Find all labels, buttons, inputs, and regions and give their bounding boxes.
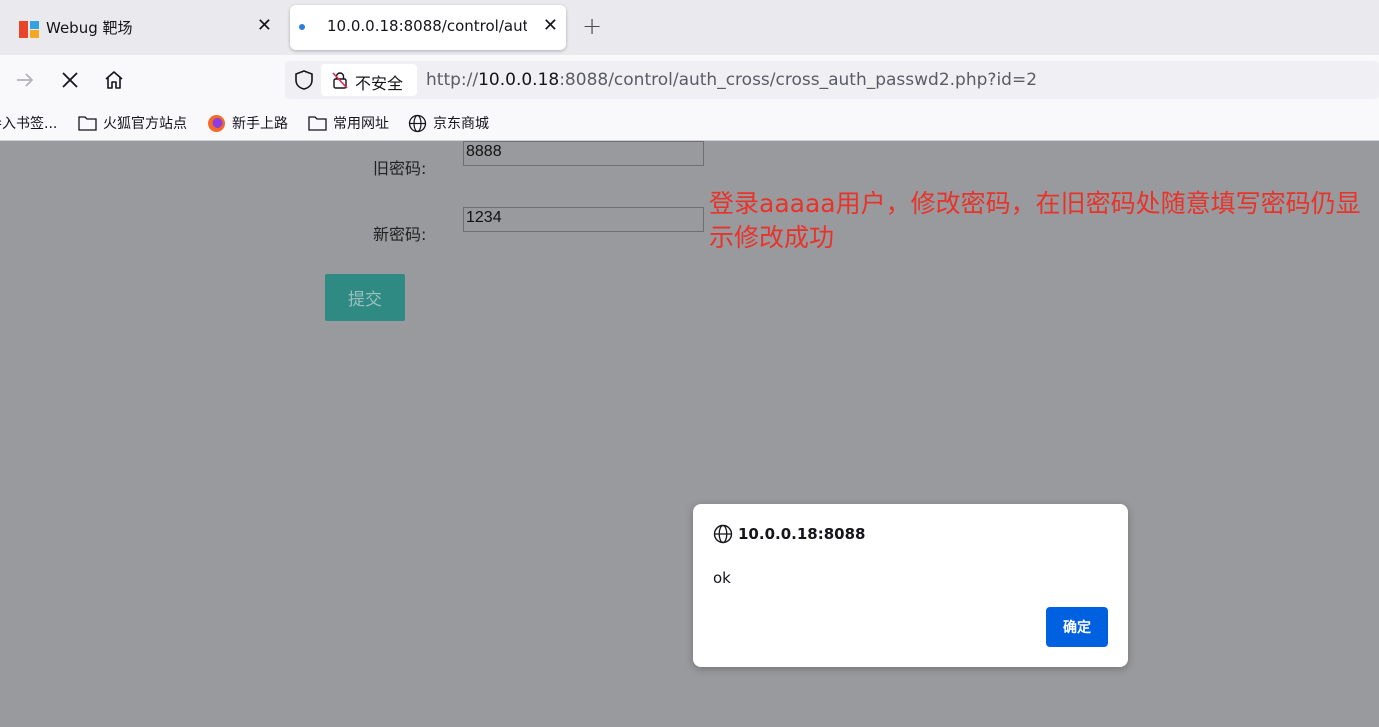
firefox-icon bbox=[208, 114, 225, 132]
bookmark-jd[interactable]: 京东商城 bbox=[408, 113, 489, 133]
old-password-label: 旧密码: bbox=[373, 159, 427, 178]
tab-title: Webug 靶场 bbox=[46, 19, 133, 37]
shield-icon[interactable] bbox=[293, 69, 315, 91]
nav-bar: 不安全 http://10.0.0.18:8088/control/auth_c… bbox=[0, 55, 1379, 105]
dialog-origin-text: 10.0.0.18:8088 bbox=[738, 525, 866, 543]
bookmark-label: 常用网址 bbox=[333, 116, 389, 132]
new-password-label: 新密码: bbox=[373, 225, 427, 244]
webug-logo-icon bbox=[19, 21, 39, 38]
bookmark-label: 京东商城 bbox=[433, 116, 489, 132]
bookmark-label: 导入书签... bbox=[0, 116, 58, 132]
close-icon[interactable]: ✕ bbox=[257, 15, 272, 36]
url-scheme: http:// bbox=[426, 70, 479, 90]
new-tab-button[interactable]: + bbox=[582, 12, 602, 40]
insecure-badge[interactable]: 不安全 bbox=[321, 64, 417, 96]
bookmark-getting-started[interactable]: 新手上路 bbox=[207, 113, 288, 133]
tab-webug[interactable]: Webug 靶场 ✕ bbox=[8, 5, 280, 50]
broken-lock-icon bbox=[332, 72, 348, 89]
bookmark-common-sites[interactable]: 常用网址 bbox=[308, 113, 389, 133]
url-text[interactable]: http://10.0.0.18:8088/control/auth_cross… bbox=[426, 70, 1037, 90]
bookmark-label: 火狐官方站点 bbox=[103, 116, 187, 132]
url-host: 10.0.0.18 bbox=[478, 70, 560, 90]
url-path: :8088/control/auth_cross/cross_auth_pass… bbox=[559, 70, 1038, 90]
dialog-message: ok bbox=[713, 569, 731, 587]
alert-dialog: 10.0.0.18:8088 ok 确定 bbox=[693, 504, 1128, 667]
page-content: 旧密码: 8888 新密码: 1234 提交 登录aaaaa用户，修改密码，在旧… bbox=[0, 141, 1379, 727]
folder-icon bbox=[308, 116, 327, 131]
tab-title: 10.0.0.18:8088/control/auth_cross/cross_… bbox=[327, 17, 527, 35]
globe-icon bbox=[713, 524, 733, 544]
bookmark-firefox-site[interactable]: 火狐官方站点 bbox=[78, 113, 187, 133]
insecure-label: 不安全 bbox=[355, 74, 404, 93]
submit-button[interactable]: 提交 bbox=[325, 274, 405, 321]
globe-icon bbox=[408, 114, 427, 132]
tab-active[interactable]: 10.0.0.18:8088/control/auth_cross/cross_… bbox=[290, 5, 566, 50]
bookmarks-bar: 导入书签... 火狐官方站点 新手上路 常用网址 京东商城 bbox=[0, 105, 1379, 141]
loading-dot-icon bbox=[299, 24, 305, 30]
dialog-origin: 10.0.0.18:8088 bbox=[713, 524, 865, 544]
folder-icon bbox=[78, 116, 97, 131]
home-icon[interactable] bbox=[102, 68, 126, 92]
close-icon[interactable]: ✕ bbox=[543, 15, 558, 36]
bookmark-import[interactable]: 导入书签... bbox=[0, 113, 57, 133]
stop-icon[interactable] bbox=[58, 68, 82, 92]
ok-button[interactable]: 确定 bbox=[1046, 607, 1108, 647]
bookmark-label: 新手上路 bbox=[232, 116, 288, 132]
new-password-input[interactable]: 1234 bbox=[463, 207, 704, 232]
forward-icon[interactable] bbox=[13, 68, 37, 92]
annotation-note: 登录aaaaa用户，修改密码，在旧密码处随意填写密码仍显示修改成功 bbox=[709, 189, 1361, 252]
tab-bar: Webug 靶场 ✕ 10.0.0.18:8088/control/auth_c… bbox=[0, 0, 1379, 55]
old-password-input[interactable]: 8888 bbox=[463, 141, 704, 166]
url-bar[interactable]: 不安全 http://10.0.0.18:8088/control/auth_c… bbox=[285, 61, 1379, 99]
